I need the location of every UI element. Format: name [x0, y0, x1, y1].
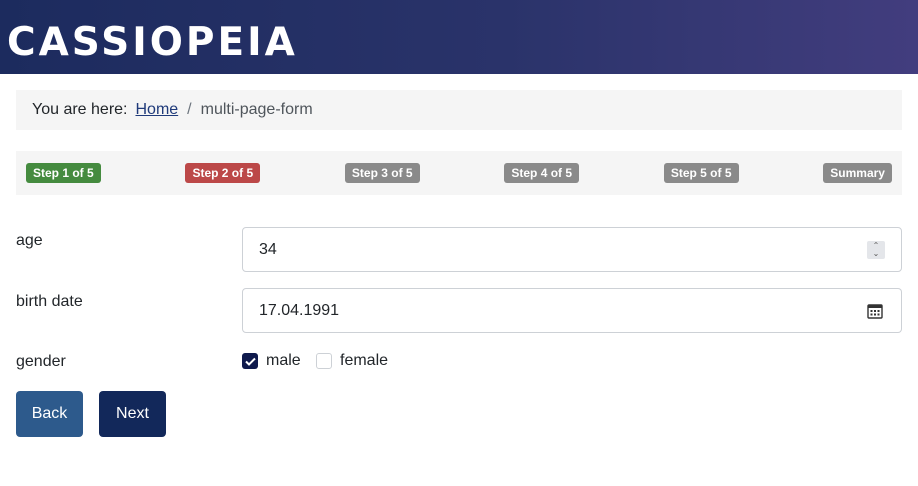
birth-date-input[interactable]: 17.04.1991 [242, 288, 850, 333]
step-badge-1: Step 1 of 5 [26, 163, 101, 183]
age-input[interactable]: 34 ⌃ ⌄ [242, 227, 902, 272]
breadcrumb-prefix: You are here: [32, 101, 128, 118]
checkbox-box[interactable] [242, 353, 258, 369]
checkbox-box[interactable] [316, 353, 332, 369]
age-value: 34 [259, 240, 277, 258]
step-badge-5: Step 5 of 5 [663, 163, 739, 183]
spinner-icon[interactable]: ⌃ ⌄ [867, 241, 885, 259]
step-badge-3: Step 3 of 5 [344, 163, 420, 183]
birth-date-label: birth date [16, 293, 83, 310]
gender-female-label: female [340, 352, 389, 369]
step-badge-summary: Summary [823, 163, 892, 183]
step-progress-bar: Step 1 of 5 Step 2 of 5 Step 3 of 5 Step… [16, 151, 902, 195]
breadcrumb-separator: / [187, 101, 192, 118]
breadcrumb: You are here: Home / multi-page-form [16, 90, 902, 130]
age-label: age [16, 232, 43, 249]
gender-label: gender [16, 353, 66, 370]
site-header: CASSIOPEIA [0, 0, 918, 74]
breadcrumb-home-link[interactable]: Home [135, 101, 178, 119]
checkmark-icon [244, 357, 256, 366]
step-badge-2: Step 2 of 5 [185, 163, 261, 183]
gender-male-label: male [266, 352, 301, 369]
site-logo[interactable]: CASSIOPEIA [7, 20, 298, 66]
calendar-icon [867, 303, 883, 319]
next-button[interactable]: Next [99, 391, 166, 437]
breadcrumb-current: multi-page-form [200, 101, 313, 118]
back-button[interactable]: Back [16, 391, 83, 437]
calendar-button[interactable] [849, 288, 902, 333]
step-badge-4: Step 4 of 5 [504, 163, 580, 183]
gender-male-checkbox[interactable]: male [242, 352, 301, 370]
gender-female-checkbox[interactable]: female [316, 352, 388, 370]
birth-date-value: 17.04.1991 [259, 301, 340, 319]
